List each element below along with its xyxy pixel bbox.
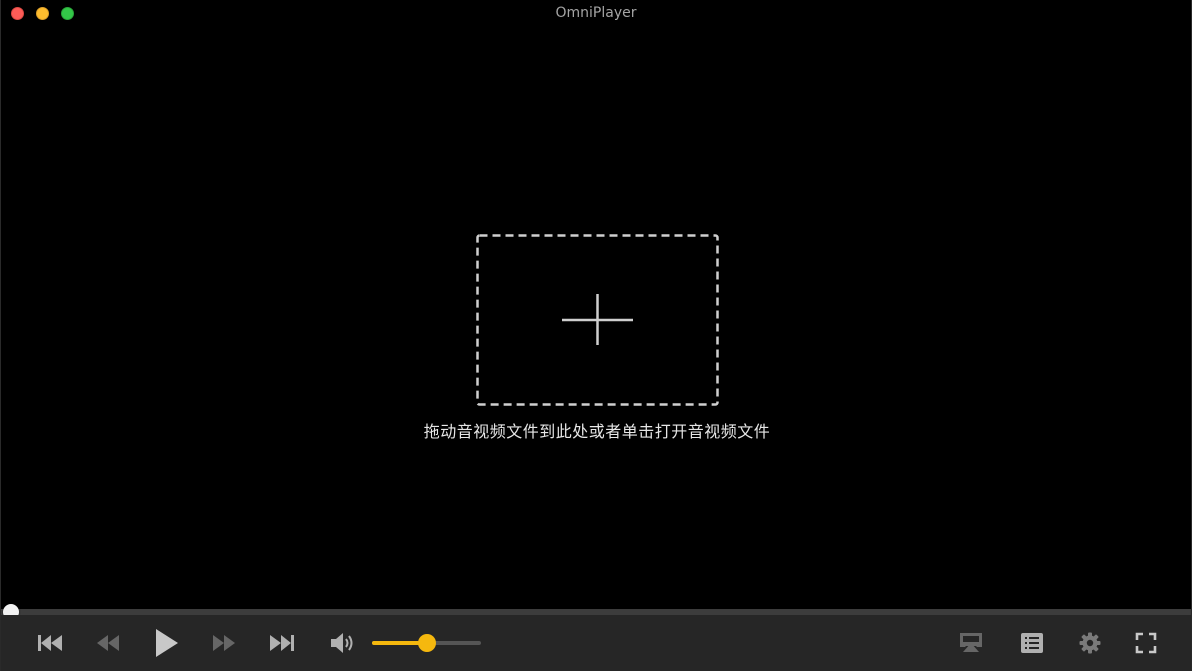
previous-track-button[interactable] (35, 615, 65, 671)
window-title: OmniPlayer (555, 5, 637, 21)
airplay-icon (960, 633, 982, 652)
fast-forward-icon (213, 635, 235, 651)
volume-button[interactable] (327, 615, 357, 671)
speaker-icon (331, 633, 353, 653)
skip-back-icon (38, 635, 62, 651)
drop-hint-text[interactable]: 拖动音视频文件到此处或者单击打开音视频文件 (297, 418, 897, 442)
fast-forward-button[interactable] (209, 615, 239, 671)
volume-knob[interactable] (417, 634, 436, 652)
drop-zone[interactable] (476, 234, 719, 406)
skip-forward-icon (270, 635, 294, 651)
fullscreen-icon (1135, 632, 1157, 654)
player-window: OmniPlayer 拖动音视频文件到此处或者单击打开音视频文件 (0, 0, 1192, 671)
title-bar[interactable]: OmniPlayer (1, 0, 1191, 28)
volume-slider[interactable] (372, 634, 481, 652)
next-track-button[interactable] (267, 615, 297, 671)
play-button[interactable] (149, 615, 183, 671)
playlist-button[interactable] (1016, 615, 1048, 671)
play-icon (156, 629, 178, 657)
settings-button[interactable] (1074, 615, 1106, 671)
airplay-button[interactable] (955, 615, 987, 671)
gear-icon (1079, 632, 1101, 654)
list-icon (1021, 633, 1043, 653)
plus-icon (562, 294, 633, 345)
rewind-icon (97, 635, 119, 651)
fullscreen-button[interactable] (1130, 615, 1162, 671)
control-bar (1, 615, 1191, 671)
rewind-button[interactable] (93, 615, 123, 671)
